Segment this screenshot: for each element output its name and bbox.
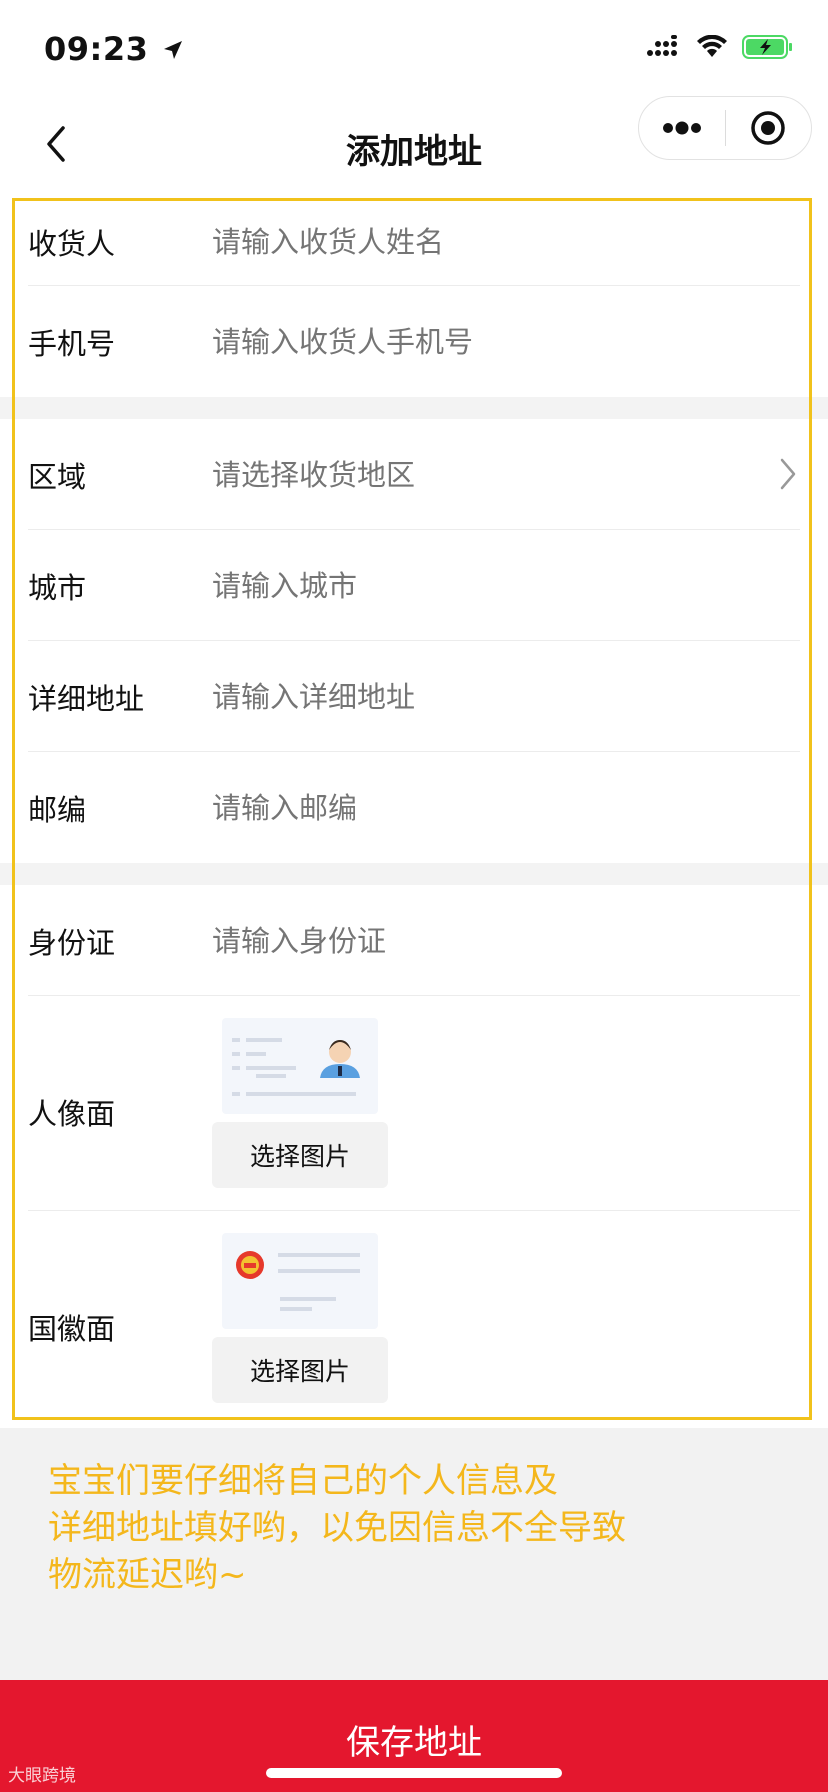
region-row[interactable]: 区域 — [0, 419, 828, 530]
notice-line: 详细地址填好哟，以免因信息不全导致 — [48, 1508, 626, 1548]
notice-area: 宝宝们要仔细将自己的个人信息及 详细地址填好哟，以免因信息不全导致 物流延迟哟~ — [0, 1428, 828, 1680]
phone-input[interactable] — [212, 324, 772, 359]
zipcode-input[interactable] — [212, 790, 772, 825]
pick-image-button-back[interactable]: 选择图片 — [212, 1337, 388, 1403]
id-front-label: 人像面 — [28, 1097, 116, 1131]
more-button[interactable] — [639, 97, 725, 159]
city-label: 城市 — [28, 570, 87, 605]
id-back-label: 国徽面 — [28, 1312, 116, 1346]
city-input[interactable] — [212, 568, 772, 603]
city-row: 城市 — [0, 530, 828, 641]
id-card-front-sample-image — [222, 1018, 378, 1114]
phone-row: 手机号 — [0, 286, 828, 397]
notice-line: 物流延迟哟~ — [48, 1555, 247, 1595]
consignee-input[interactable] — [212, 225, 772, 259]
watermark-text: 大眼跨境 — [8, 1766, 76, 1786]
target-circle-icon — [751, 111, 785, 145]
national-emblem-icon — [236, 1251, 360, 1311]
id-number-input[interactable] — [212, 923, 772, 958]
consignee-label: 收货人 — [28, 227, 116, 261]
home-indicator — [266, 1768, 562, 1778]
footer-bar: 保存地址 大眼跨境 — [0, 1680, 828, 1792]
phone-label: 手机号 — [28, 326, 116, 361]
status-icons — [646, 34, 794, 60]
status-time: 09:23 — [44, 30, 184, 68]
region-label: 区域 — [28, 459, 87, 494]
close-button[interactable] — [726, 97, 812, 159]
mini-program-capsule — [638, 96, 812, 160]
location-arrow-icon — [164, 41, 182, 59]
id-number-row: 身份证 — [0, 885, 828, 996]
id-back-row: 国徽面 选择图片 — [0, 1211, 828, 1426]
nav-bar: 添加地址 — [0, 96, 828, 194]
zipcode-row: 邮编 — [0, 752, 828, 863]
more-dots-icon — [662, 121, 701, 135]
watermark: 大眼跨境 — [8, 1761, 76, 1786]
id-card-back-sample-image — [222, 1233, 378, 1329]
chevron-right-icon — [780, 458, 796, 490]
address-form: 收货人 手机号 区域 城市 详细地址 邮编 身份证 人像面 — [0, 198, 828, 1428]
zipcode-label: 邮编 — [28, 792, 87, 827]
signal-icon — [647, 35, 677, 56]
notice-text: 宝宝们要仔细将自己的个人信息及 详细地址填好哟，以免因信息不全导致 物流延迟哟~ — [48, 1458, 688, 1599]
wifi-icon — [697, 35, 727, 57]
notice-line: 宝宝们要仔细将自己的个人信息及 — [48, 1461, 558, 1501]
address-input[interactable] — [212, 679, 772, 714]
address-label: 详细地址 — [28, 681, 145, 716]
region-selector[interactable] — [212, 457, 772, 492]
section-gap — [0, 863, 828, 885]
id-front-row: 人像面 选择图片 — [0, 996, 828, 1211]
battery-charging-icon — [742, 35, 792, 59]
pick-image-button-front[interactable]: 选择图片 — [212, 1122, 388, 1188]
consignee-row: 收货人 — [0, 198, 828, 286]
status-time-text: 09:23 — [44, 30, 149, 68]
section-gap — [0, 397, 828, 419]
id-card-portrait-icon — [232, 1038, 360, 1096]
status-bar: 09:23 — [0, 0, 828, 96]
id-number-label: 身份证 — [28, 925, 116, 960]
address-row: 详细地址 — [0, 641, 828, 752]
